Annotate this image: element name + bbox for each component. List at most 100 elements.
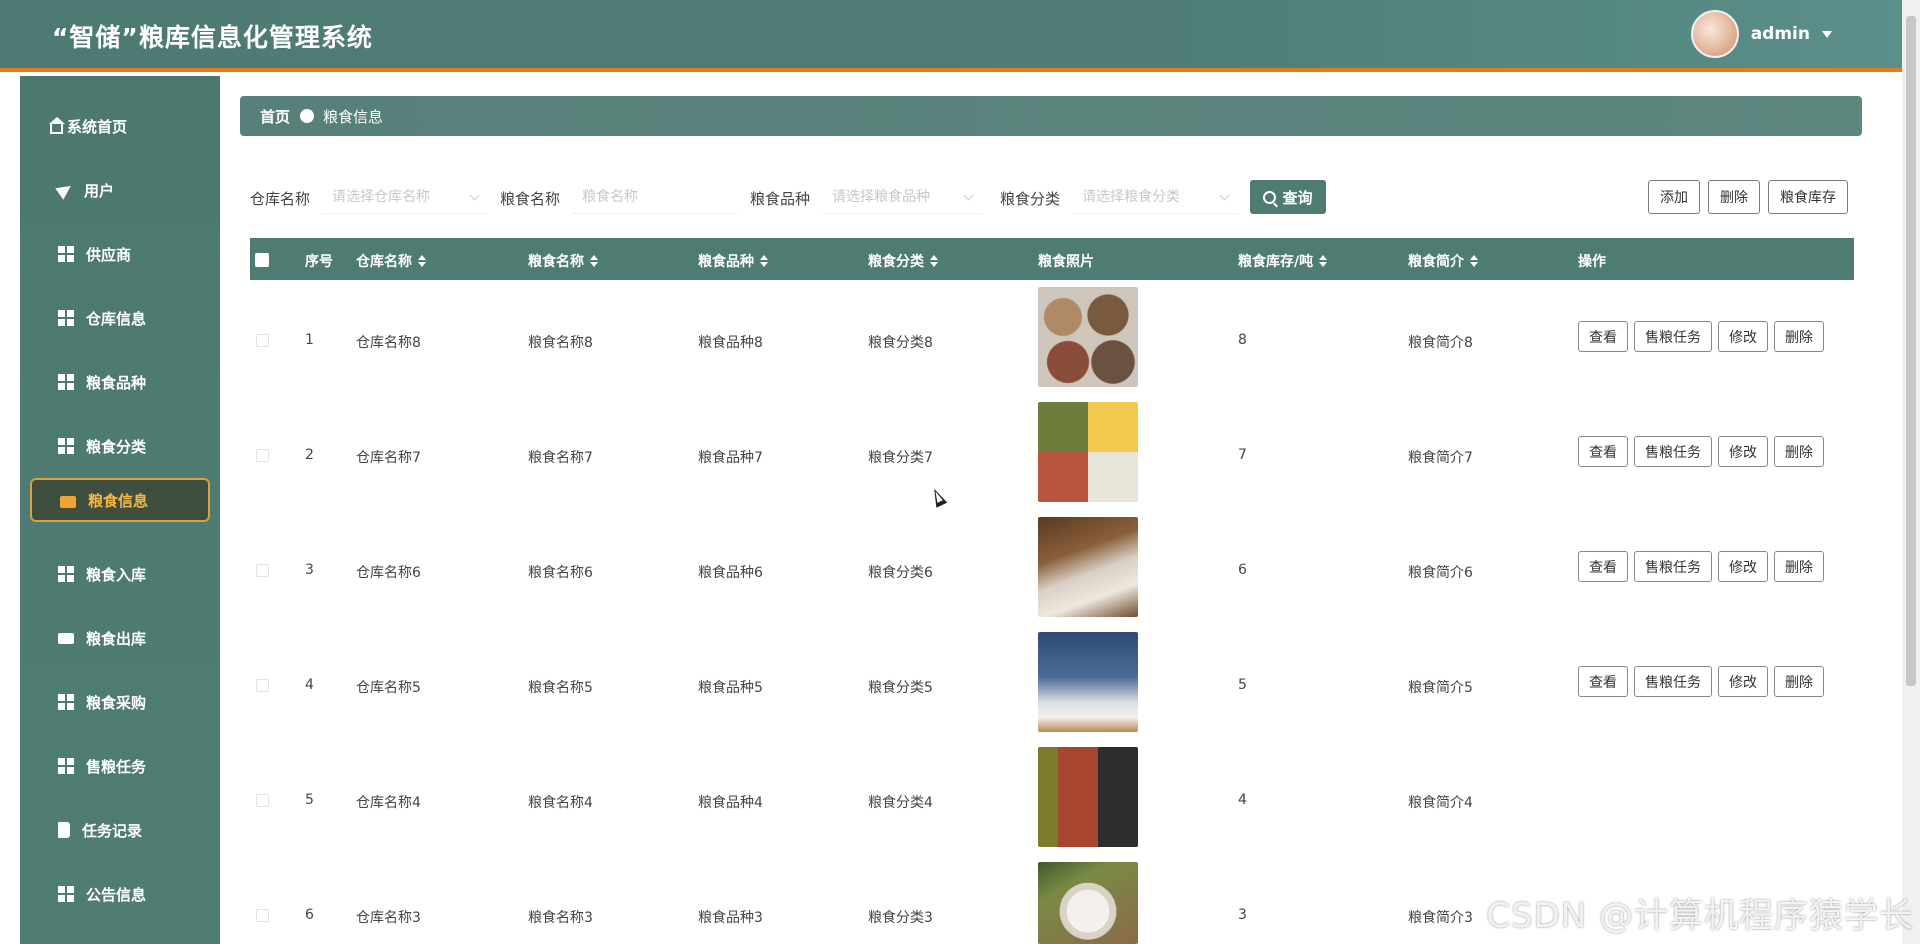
cell-grain-category: 粮食分类7: [868, 450, 933, 466]
sort-icon[interactable]: [1319, 255, 1328, 267]
mixed-grains-bowl-photo[interactable]: [1038, 402, 1138, 502]
sidebar-item-sell-task[interactable]: 售粮任务: [20, 740, 220, 792]
cell-warehouse: 仓库名称3: [356, 910, 421, 926]
sort-icon[interactable]: [1470, 255, 1478, 267]
view-button[interactable]: 查看: [1578, 436, 1628, 467]
grain-name-input[interactable]: 粮食名称: [572, 180, 738, 214]
query-button[interactable]: 查询: [1250, 180, 1326, 214]
warehouse-select[interactable]: 请选择仓库名称: [322, 180, 488, 214]
sidebar-item-suppliers[interactable]: 供应商: [20, 228, 220, 280]
row-checkbox[interactable]: [256, 909, 269, 922]
bean-stripes-photo[interactable]: [1038, 747, 1138, 847]
sell-task-button[interactable]: 售粮任务: [1634, 666, 1712, 697]
sidebar-item-announcements[interactable]: 公告信息: [20, 868, 220, 920]
cell-grain-variety: 粮食品种8: [698, 335, 763, 351]
cell-grain-name: 粮食名称4: [528, 795, 593, 811]
sidebar-item-grain-info[interactable]: 粮食信息: [30, 478, 210, 522]
row-checkbox[interactable]: [256, 564, 269, 577]
sidebar-item-label: 粮食分类: [86, 437, 147, 456]
avatar[interactable]: [1690, 10, 1739, 58]
grain-sacks-photo[interactable]: [1038, 287, 1138, 387]
sort-icon[interactable]: [930, 255, 938, 267]
row-checkbox[interactable]: [256, 449, 269, 462]
grain-variety-placeholder: 请选择粮食品种: [832, 189, 930, 205]
view-button[interactable]: 查看: [1578, 666, 1628, 697]
chevron-down-icon: [469, 190, 480, 201]
row-checkbox[interactable]: [256, 679, 269, 692]
add-button[interactable]: 添加: [1648, 180, 1700, 214]
grain-name-placeholder: 粮食名称: [582, 189, 638, 205]
grain-variety-select[interactable]: 请选择粮食品种: [822, 180, 982, 214]
sidebar-item-users[interactable]: 用户: [20, 164, 220, 216]
column-header-intro[interactable]: 粮食简介: [1408, 251, 1478, 271]
rice-pouring-photo[interactable]: [1038, 632, 1138, 732]
sort-icon[interactable]: [760, 255, 768, 267]
sidebar-item-label: 供应商: [86, 245, 132, 264]
cell-warehouse: 仓库名称6: [356, 565, 421, 581]
sidebar-item-label: 粮食入库: [86, 565, 147, 584]
select-all-checkbox[interactable]: [255, 253, 269, 267]
cell-stock: 8: [1238, 332, 1247, 348]
column-header-warehouse[interactable]: 仓库名称: [356, 251, 426, 271]
cell-grain-category: 粮食分类3: [868, 910, 933, 926]
delete-button[interactable]: 删除: [1774, 666, 1824, 697]
column-header-index: 序号: [305, 254, 333, 270]
sidebar-item-task-record[interactable]: 任务记录: [20, 804, 220, 856]
grid-icon: [58, 374, 74, 390]
warehouse-select-placeholder: 请选择仓库名称: [332, 189, 430, 205]
edit-button[interactable]: 修改: [1718, 321, 1768, 352]
delete-button[interactable]: 删除: [1774, 321, 1824, 352]
flour-bowl-photo[interactable]: [1038, 862, 1138, 944]
view-button[interactable]: 查看: [1578, 321, 1628, 352]
sell-task-button[interactable]: 售粮任务: [1634, 436, 1712, 467]
page-scrollbar[interactable]: [1902, 0, 1920, 944]
column-header-grain-variety[interactable]: 粮食品种: [698, 251, 768, 271]
sidebar-item-grain-inbound[interactable]: 粮食入库: [20, 548, 220, 600]
cell-index: 1: [305, 332, 314, 348]
delete-button[interactable]: 删除: [1774, 436, 1824, 467]
edit-button[interactable]: 修改: [1718, 551, 1768, 582]
grid-icon: [58, 758, 74, 774]
scrollbar-thumb[interactable]: [1906, 16, 1916, 686]
column-header-stock[interactable]: 粮食库存/吨: [1238, 251, 1328, 271]
breadcrumb-home[interactable]: 首页: [260, 106, 290, 127]
batch-delete-button[interactable]: 删除: [1708, 180, 1760, 214]
row-checkbox[interactable]: [256, 334, 269, 347]
warehouse-filter-label: 仓库名称: [250, 190, 311, 208]
sidebar-item-grain-purchase[interactable]: 粮食采购: [20, 676, 220, 728]
cell-warehouse: 仓库名称5: [356, 680, 421, 696]
sidebar-item-home[interactable]: 系统首页: [20, 100, 220, 152]
cell-warehouse: 仓库名称8: [356, 335, 421, 351]
cell-warehouse: 仓库名称7: [356, 450, 421, 466]
sort-icon[interactable]: [590, 255, 598, 267]
sort-icon[interactable]: [418, 255, 426, 267]
view-button[interactable]: 查看: [1578, 551, 1628, 582]
table-row: 3 仓库名称6 粮食名称6 粮食品种6 粮食分类6 6 粮食简介6 查看 售粮任…: [250, 512, 1854, 627]
cell-grain-category: 粮食分类6: [868, 565, 933, 581]
cell-grain-variety: 粮食品种6: [698, 565, 763, 581]
user-menu[interactable]: admin: [1690, 10, 1832, 58]
delete-button[interactable]: 删除: [1774, 551, 1824, 582]
cell-grain-variety: 粮食品种5: [698, 680, 763, 696]
edit-button[interactable]: 修改: [1718, 666, 1768, 697]
column-header-grain-name[interactable]: 粮食名称: [528, 251, 598, 271]
cell-warehouse: 仓库名称4: [356, 795, 421, 811]
grain-category-select[interactable]: 请选择粮食分类: [1072, 180, 1238, 214]
column-header-grain-category[interactable]: 粮食分类: [868, 251, 938, 271]
user-name[interactable]: admin: [1751, 24, 1810, 44]
row-checkbox[interactable]: [256, 794, 269, 807]
rice-spoon-photo[interactable]: [1038, 517, 1138, 617]
grain-stock-button[interactable]: 粮食库存: [1768, 180, 1848, 214]
edit-button[interactable]: 修改: [1718, 436, 1768, 467]
sidebar-item-grain-category[interactable]: 粮食分类: [20, 420, 220, 472]
app-title: “智储”粮库信息化管理系统: [52, 23, 373, 52]
sidebar-item-grain-variety[interactable]: 粮食品种: [20, 356, 220, 408]
cell-index: 6: [305, 907, 314, 923]
sidebar-item-warehouse-info[interactable]: 仓库信息: [20, 292, 220, 344]
sidebar-item-grain-outbound[interactable]: 粮食出库: [20, 612, 220, 664]
grain-category-filter-label: 粮食分类: [1000, 190, 1061, 208]
sell-task-button[interactable]: 售粮任务: [1634, 321, 1712, 352]
cell-intro: 粮食简介6: [1408, 565, 1473, 581]
caret-down-icon[interactable]: [1822, 30, 1832, 38]
sell-task-button[interactable]: 售粮任务: [1634, 551, 1712, 582]
